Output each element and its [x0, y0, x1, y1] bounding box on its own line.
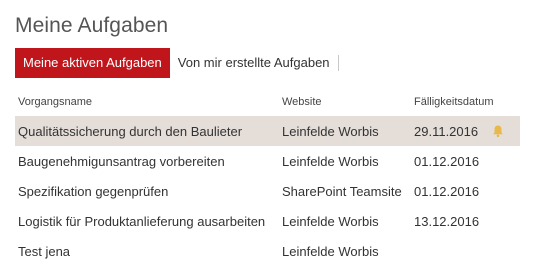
- task-due-date: 01.12.2016: [414, 153, 480, 169]
- table-row[interactable]: Test jena Leinfelde Worbis: [15, 236, 520, 266]
- tab-my-active-tasks[interactable]: Meine aktiven Aufgaben: [15, 48, 170, 78]
- tab-divider: [337, 55, 339, 71]
- page-title: Meine Aufgaben: [15, 14, 169, 37]
- task-website[interactable]: Leinfelde Worbis: [282, 244, 414, 259]
- table-header: Vorgangsname Website Fälligkeitsdatum: [15, 88, 520, 116]
- tab-tasks-created-by-me[interactable]: Von mir erstellte Aufgaben: [170, 48, 338, 78]
- task-name[interactable]: Baugenehmigunsantrag vorbereiten: [15, 154, 282, 169]
- column-header-website[interactable]: Website: [282, 96, 414, 108]
- task-name[interactable]: Test jena: [15, 244, 282, 259]
- task-website[interactable]: Leinfelde Worbis: [282, 214, 414, 229]
- table-row[interactable]: Qualitätssicherung durch den Baulieter L…: [15, 116, 520, 146]
- task-website[interactable]: SharePoint Teamsite: [282, 184, 414, 199]
- task-table: Vorgangsname Website Fälligkeitsdatum Qu…: [15, 88, 520, 266]
- table-row[interactable]: Spezifikation gegenprüfen SharePoint Tea…: [15, 176, 520, 206]
- task-name[interactable]: Logistik für Produktanlieferung ausarbei…: [15, 214, 282, 229]
- column-header-due-date[interactable]: Fälligkeitsdatum: [414, 96, 520, 108]
- column-header-name[interactable]: Vorgangsname: [15, 96, 282, 108]
- table-row[interactable]: Baugenehmigunsantrag vorbereiten Leinfel…: [15, 146, 520, 176]
- task-name[interactable]: Spezifikation gegenprüfen: [15, 184, 282, 199]
- task-due-date: 01.12.2016: [414, 183, 480, 199]
- task-due-date: 29.11.2016: [414, 123, 479, 139]
- bell-icon: [493, 125, 503, 138]
- task-tabs: Meine aktiven Aufgaben Von mir erstellte…: [15, 48, 339, 78]
- table-row[interactable]: Logistik für Produktanlieferung ausarbei…: [15, 206, 520, 236]
- task-due-date: 13.12.2016: [414, 213, 480, 229]
- task-name[interactable]: Qualitätssicherung durch den Baulieter: [15, 124, 282, 139]
- task-website[interactable]: Leinfelde Worbis: [282, 154, 414, 169]
- task-website[interactable]: Leinfelde Worbis: [282, 124, 414, 139]
